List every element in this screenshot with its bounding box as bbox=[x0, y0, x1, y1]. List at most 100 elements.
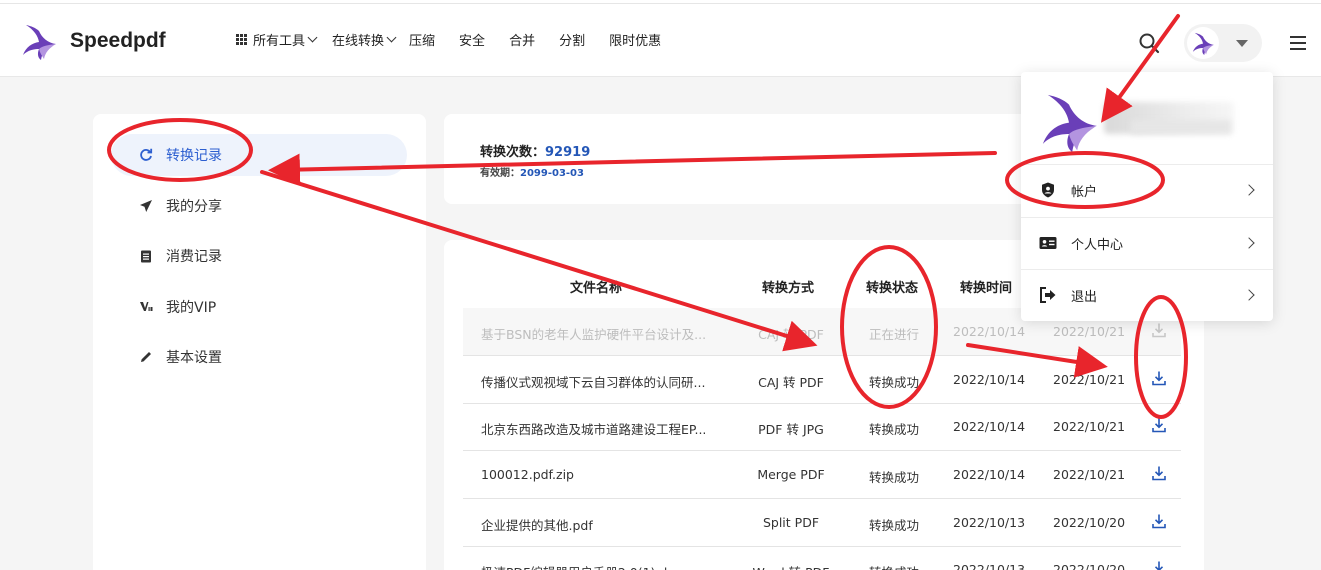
download-icon[interactable] bbox=[1151, 417, 1167, 433]
conversion-status: 转换成功 bbox=[868, 470, 919, 485]
table-row[interactable]: 100012.pdf.zip Merge PDF 转换成功 2022/10/14… bbox=[463, 451, 1181, 499]
column-header-time: 转换时间 bbox=[960, 281, 1013, 296]
conversion-method: CAJ 转 PDF bbox=[758, 375, 824, 390]
chevron-right-icon bbox=[1243, 289, 1255, 301]
conversion-status: 转换成功 bbox=[849, 562, 939, 570]
conversion-count: 转换次数：92919 bbox=[480, 141, 590, 160]
main-nav: 所有工具 在线转换 压缩 安全 合并 分割 限时优惠 bbox=[236, 30, 661, 49]
search-icon[interactable] bbox=[1138, 32, 1160, 54]
nav-label: 合并 bbox=[509, 34, 536, 49]
conversion-count-value: 92919 bbox=[545, 145, 591, 160]
vip-icon bbox=[140, 302, 153, 311]
caret-down-icon bbox=[1236, 40, 1248, 47]
grid-icon bbox=[236, 34, 247, 45]
conversion-status: 正在进行 bbox=[868, 327, 919, 342]
conversion-status: 转换成功 bbox=[868, 375, 919, 390]
conversion-status: 转换成功 bbox=[868, 422, 919, 437]
chevron-right-icon bbox=[1243, 184, 1255, 196]
hamburger-menu-icon[interactable] bbox=[1290, 36, 1306, 50]
conversion-time: 2022/10/14 bbox=[953, 324, 1026, 339]
conversion-method: PDF 转 JPG bbox=[758, 422, 824, 437]
nav-compress[interactable]: 压缩 bbox=[409, 30, 435, 49]
stats-card: 转换次数：92919 有效期：2099-03-03 bbox=[444, 114, 1084, 204]
file-name: 极速PDF编辑器用户手册2.0(1).docx bbox=[481, 562, 721, 570]
shield-user-icon bbox=[1042, 182, 1054, 198]
brand-name: Speedpdf bbox=[70, 29, 166, 52]
table-row[interactable]: 企业提供的其他.pdf Split PDF 转换成功 2022/10/13 20… bbox=[463, 499, 1181, 547]
nav-label: 所有工具 bbox=[253, 34, 306, 49]
table-row[interactable]: 传播仪式观视域下云自习群体的认同研... CAJ 转 PDF 转换成功 2022… bbox=[463, 356, 1181, 404]
conversion-time: 2022/10/14 bbox=[953, 467, 1026, 482]
sidebar-item-label: 消费记录 bbox=[166, 249, 222, 265]
nav-label: 分割 bbox=[559, 34, 586, 49]
download-icon[interactable] bbox=[1151, 465, 1167, 481]
conversion-method: Merge PDF bbox=[757, 467, 825, 482]
avatar bbox=[1187, 27, 1219, 59]
nav-security[interactable]: 安全 bbox=[459, 30, 485, 49]
blurred-username-detail bbox=[1131, 120, 1231, 134]
chevron-right-icon bbox=[1243, 237, 1255, 249]
table-row[interactable]: 极速PDF编辑器用户手册2.0(1).docx Word 转 PDF 转换成功 … bbox=[463, 546, 1181, 570]
nav-promotion[interactable]: 限时优惠 bbox=[609, 30, 661, 49]
file-name: 基于BSN的老年人监护硬件平台设计及... bbox=[481, 327, 707, 342]
expire-time: 2022/10/21 bbox=[1053, 324, 1126, 339]
menu-item-label: 退出 bbox=[1071, 289, 1098, 305]
menu-item-personal-center[interactable]: 个人中心 bbox=[1021, 218, 1273, 268]
sidebar-item-label: 基本设置 bbox=[166, 350, 222, 366]
menu-item-logout[interactable]: 退出 bbox=[1021, 270, 1273, 320]
user-dropdown-menu: 帐户 个人中心 退出 bbox=[1021, 72, 1273, 321]
conversion-time: 2022/10/14 bbox=[953, 372, 1026, 387]
expire-time: 2022/10/20 bbox=[1053, 562, 1126, 570]
refresh-icon bbox=[140, 148, 153, 161]
brand-logo[interactable]: Speedpdf bbox=[20, 22, 166, 60]
file-name: 传播仪式观视域下云自习群体的认同研... bbox=[481, 375, 706, 390]
sidebar-item-conversion-records[interactable]: 转换记录 bbox=[111, 134, 407, 176]
expire-time: 2022/10/21 bbox=[1053, 467, 1126, 482]
nav-online-convert[interactable]: 在线转换 bbox=[332, 30, 397, 49]
conversion-method: Split PDF bbox=[762, 515, 820, 530]
nav-merge[interactable]: 合并 bbox=[509, 30, 535, 49]
download-icon[interactable] bbox=[1151, 513, 1167, 529]
validity-label: 有效期： bbox=[480, 168, 520, 179]
top-header: Speedpdf 所有工具 在线转换 压缩 安全 合并 分割 限时优惠 bbox=[0, 4, 1321, 77]
conversion-count-label: 转换次数： bbox=[480, 145, 546, 160]
menu-item-label: 个人中心 bbox=[1071, 237, 1124, 253]
column-header-status: 转换状态 bbox=[866, 281, 919, 296]
file-name: 北京东西路改造及城市道路建设工程EP... bbox=[481, 422, 707, 437]
butterfly-logo-icon bbox=[1042, 94, 1097, 152]
id-card-icon bbox=[1039, 237, 1057, 249]
clipboard-icon bbox=[141, 250, 151, 263]
file-name: 企业提供的其他.pdf bbox=[481, 518, 593, 533]
validity-value: 2099-03-03 bbox=[520, 168, 584, 179]
sidebar-item-label: 我的VIP bbox=[166, 300, 217, 316]
sidebar-item-my-vip[interactable]: 我的VIP bbox=[111, 286, 407, 328]
user-menu-toggle[interactable] bbox=[1184, 24, 1262, 62]
download-icon[interactable] bbox=[1151, 322, 1167, 338]
chevron-down-icon bbox=[307, 32, 318, 43]
chevron-down-icon bbox=[386, 32, 397, 43]
validity: 有效期：2099-03-03 bbox=[480, 164, 584, 179]
sidebar-item-spending-records[interactable]: 消费记录 bbox=[111, 235, 407, 277]
pencil-icon bbox=[141, 352, 151, 362]
column-header-filename: 文件名称 bbox=[570, 281, 623, 296]
download-icon[interactable] bbox=[1151, 370, 1167, 386]
nav-split[interactable]: 分割 bbox=[559, 30, 585, 49]
nav-label: 安全 bbox=[459, 34, 486, 49]
butterfly-logo-icon bbox=[1192, 32, 1214, 55]
sidebar-item-label: 我的分享 bbox=[166, 199, 222, 215]
sidebar-item-my-share[interactable]: 我的分享 bbox=[111, 185, 407, 227]
logout-icon bbox=[1040, 287, 1056, 303]
nav-all-tools[interactable]: 所有工具 bbox=[236, 30, 318, 49]
nav-label: 在线转换 bbox=[332, 34, 385, 49]
sidebar-item-label: 转换记录 bbox=[166, 148, 222, 164]
download-icon[interactable] bbox=[1151, 560, 1167, 570]
menu-item-label: 帐户 bbox=[1071, 184, 1098, 200]
conversion-time: 2022/10/13 bbox=[953, 515, 1026, 530]
table-row[interactable]: 北京东西路改造及城市道路建设工程EP... PDF 转 JPG 转换成功 202… bbox=[463, 403, 1181, 451]
file-name: 100012.pdf.zip bbox=[481, 467, 574, 482]
conversion-method: Word 转 PDF bbox=[733, 562, 849, 570]
column-header-method: 转换方式 bbox=[762, 281, 815, 296]
nav-label: 限时优惠 bbox=[609, 34, 662, 49]
sidebar-item-basic-settings[interactable]: 基本设置 bbox=[111, 336, 407, 378]
menu-item-account[interactable]: 帐户 bbox=[1021, 165, 1273, 215]
